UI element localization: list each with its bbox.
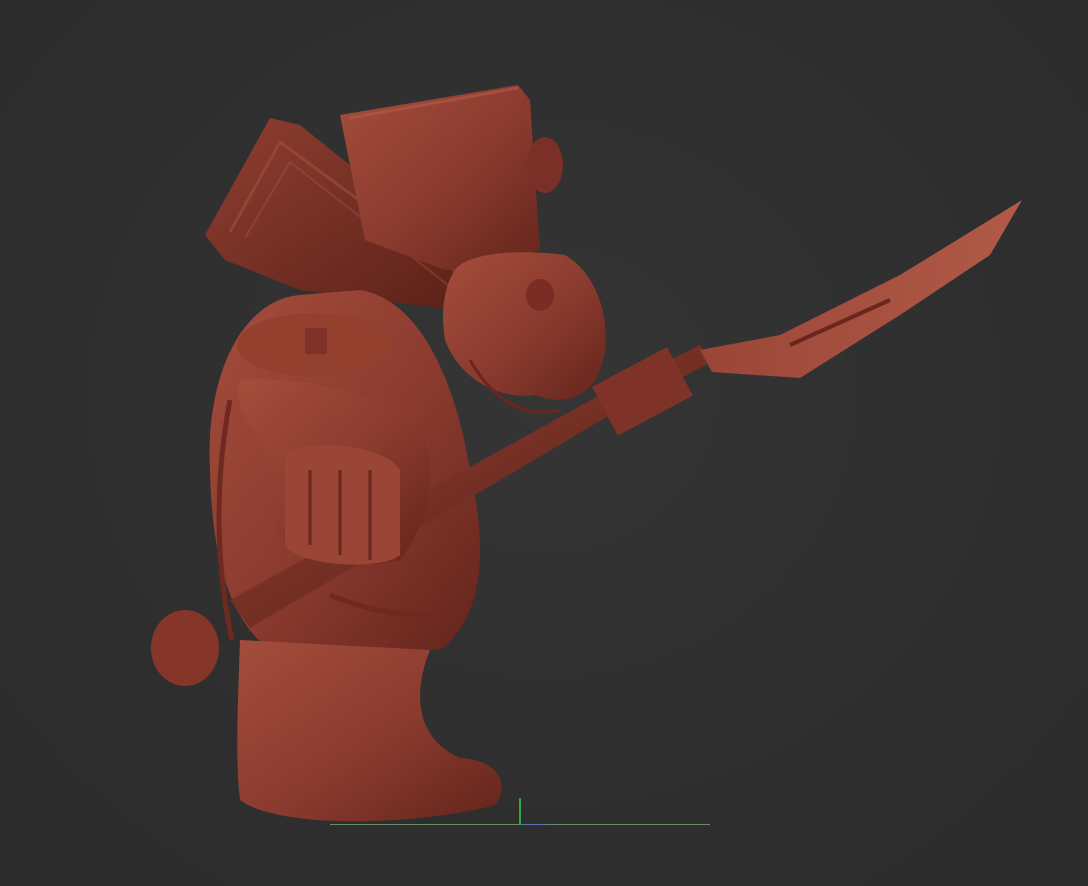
3d-viewport[interactable] [0, 0, 1088, 886]
sculpt-model[interactable] [0, 0, 1088, 886]
floor-grid-y-axis [519, 798, 521, 825]
floor-grid-z-axis [520, 824, 546, 825]
hat [340, 85, 563, 270]
head [443, 252, 606, 414]
